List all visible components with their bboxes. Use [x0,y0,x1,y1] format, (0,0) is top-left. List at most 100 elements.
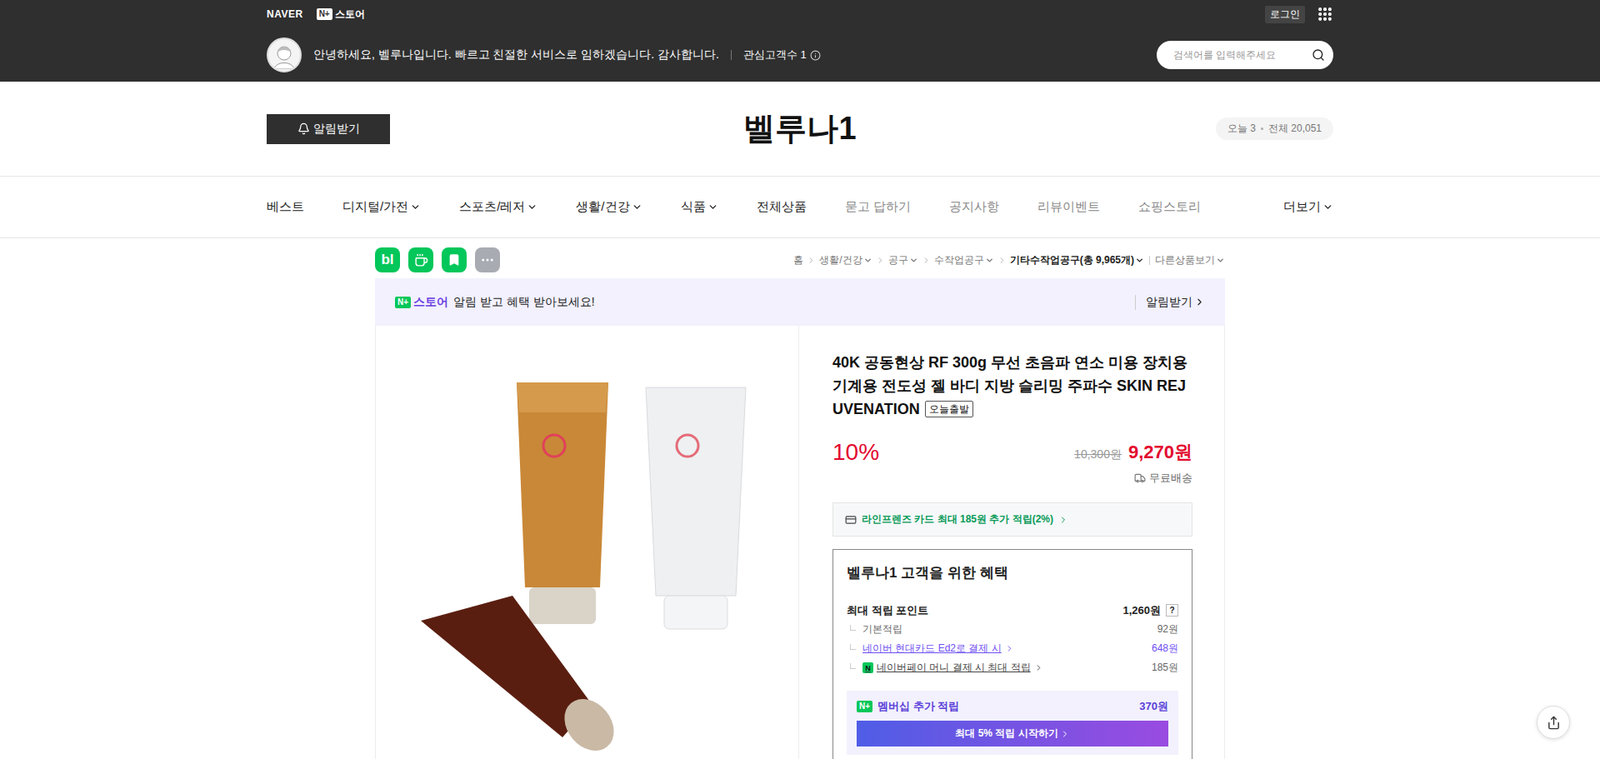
membership-box: N+멤버십 추가 적립 370원최대 5% 적립 시작하기 [846,690,1179,755]
membership-label: N+멤버십 추가 적립 [856,699,960,715]
apps-grid-icon[interactable] [1316,5,1334,23]
product-main: 40K 공동현상 RF 300g 무선 초음파 연소 미용 장치용 기계용 전도… [375,325,1225,759]
nav-item[interactable]: 디지털/가전 [342,199,421,215]
breadcrumb-item[interactable]: 생활/건강 [819,253,872,268]
breadcrumb-item[interactable]: 공구 [888,253,919,268]
max-points-row: 최대 적립 포인트 1,260원? [846,600,1179,620]
max-points-value: 1,260원? [1122,603,1179,619]
nav-item[interactable]: 쇼핑스토리 [1138,199,1201,215]
blog-share-icon[interactable]: bl [375,247,400,273]
benefit-row: 기본적립 92원 [846,620,1179,640]
original-price: 10,300원 [1074,447,1122,463]
membership-row: N+멤버십 추가 적립 370원 [856,697,1169,716]
breadcrumb-item[interactable]: 수작업공구 [934,253,995,268]
search-box [1156,40,1334,70]
product-title: 40K 공동현상 RF 300g 무선 초음파 연소 미용 장치용 기계용 전도… [832,350,1193,421]
info-icon[interactable] [810,50,821,61]
nav-item[interactable]: 베스트 [266,199,305,215]
benefit-title: 벨루나1 고객을 위한 혜택 [846,563,1179,583]
dark-tube-icon [420,595,625,759]
chevron-down-icon [1135,255,1145,265]
banner-notify-link[interactable]: 알림받기 [1135,295,1205,310]
bookmark-share-icon[interactable] [441,247,467,273]
nav-item[interactable]: 스포츠/레저 [459,199,538,215]
benefit-value: 648원 [1151,641,1179,656]
cup-icon [414,253,429,268]
nplus-store-logo[interactable]: N+스토어 [316,7,365,22]
nplus-icon: N+ [856,700,873,713]
benefit-label: 네이버 현대카드 Ed2로 결제 시 [846,641,1015,656]
store-header: 알림받기 벨루나1 오늘 3 전체 20,051 [0,81,1600,177]
share-icons: bl [375,247,500,273]
discount-rate: 10% [832,439,880,466]
breadcrumb-item[interactable]: 홈 [793,253,804,268]
notify-button[interactable]: 알림받기 [266,114,390,145]
visit-count: 오늘 3 전체 20,051 [1215,117,1334,140]
chevron-right-icon [1060,729,1070,740]
nav-item[interactable]: 식품 [680,199,719,215]
other-products[interactable]: 다른상품보기 [1155,253,1225,268]
cafe-share-icon[interactable] [408,247,434,273]
card-icon [845,514,857,526]
chevron-down-icon [985,255,995,265]
chevron-right-icon [806,255,816,265]
chevron-right-icon [1034,663,1044,673]
naver-logo[interactable]: NAVER [266,8,304,20]
membership-value: 370원 [1139,699,1169,715]
nplus-icon: N+ [395,296,411,309]
search-input[interactable] [1171,48,1307,62]
max-points-label: 최대 적립 포인트 [846,603,929,619]
chevron-right-icon [921,255,931,265]
membership-button[interactable]: 최대 5% 적립 시작하기 [856,720,1169,747]
nav-item[interactable]: 묻고 답하기 [845,199,911,215]
share-button[interactable] [1536,705,1570,740]
chevron-right-icon [875,255,885,265]
truck-icon [1134,472,1146,485]
nplus-icon: N+ [316,8,333,20]
bell-icon [297,122,310,135]
nav-more[interactable]: 더보기 [1283,199,1334,215]
npay-icon: N [862,662,874,674]
chevron-right-icon [1194,296,1205,308]
brand[interactable]: NAVER N+스토어 [266,7,365,22]
store-name[interactable]: 벨루나1 [743,107,856,150]
more-share-icon[interactable] [475,247,500,273]
top-band: NAVER N+스토어 로그인안녕하세요, 벨루나입니다. 빠르고 친절한 서비스로… [0,0,1600,82]
divider [1149,255,1150,265]
share-icon [1546,715,1561,730]
info-column: 40K 공동현상 RF 300g 무선 초음파 연소 미용 장치용 기계용 전도… [799,325,1226,759]
nav-item[interactable]: 전체상품 [756,199,807,215]
login-button[interactable]: 로그인 [1265,5,1305,24]
visits-today: 오늘 3 [1227,121,1256,136]
util-row: bl 홈 생활/건강 공구 수작업공구 기타수작업공구(총 9,965개) 다른상품보기 [375,238,1225,279]
benefit-row[interactable]: 네이버 현대카드 Ed2로 결제 시 648원 [846,639,1179,659]
breadcrumb-item[interactable]: 기타수작업공구(총 9,965개) [1010,253,1145,268]
nav-item[interactable]: 리뷰이벤트 [1037,199,1100,215]
chevron-down-icon [707,201,719,213]
store-word: 스토어 [413,295,449,310]
top-right: 로그인 [1265,5,1334,24]
greeting: 안녕하세요, 벨루나입니다. 빠르고 친절한 서비스로 임하겠습니다. 감사합니… [266,37,821,73]
banner-message: 알림 받고 혜택 받아보세요! [453,295,595,310]
chevron-down-icon [863,255,873,265]
today-ship-badge: 오늘출발 [925,400,974,418]
avatar-icon [270,40,299,70]
benefit-value: 185원 [1151,660,1179,675]
breadcrumb: 홈 생활/건강 공구 수작업공구 기타수작업공구(총 9,965개) 다른상품보기 [793,253,1225,268]
nav-item[interactable]: 생활/건강 [575,199,642,215]
benefit-label: 기본적립 [846,622,903,637]
search-icon[interactable] [1311,48,1325,62]
nav-item[interactable]: 공지사항 [949,199,1000,215]
store-page: NAVERN+스토어로그인안녕하세요, 벨루나입니다. 빠르고 친절한 서비스로… [0,0,1600,759]
product-section: bl 홈 생활/건강 공구 수작업공구 기타수작업공구(총 9,965개) 다른상품보기 N+… [375,238,1225,759]
visits-total: 전체 20,051 [1268,121,1322,136]
card-benefit[interactable]: 라인프렌즈 카드 최대 185원 추가 적립(2%) [832,502,1193,537]
prices: 10,300원 9,270원 [1074,440,1193,465]
amber-tube-icon [516,382,609,625]
benefit-value: 92원 [1157,622,1179,637]
shipping: 무료배송 [832,470,1193,486]
benefit-row[interactable]: N네이버페이 머니 결제 시 최대 적립185원 [846,658,1179,678]
sale-price: 9,270원 [1128,440,1193,465]
dot [1260,127,1264,130]
help-button[interactable]: ? [1165,604,1179,617]
